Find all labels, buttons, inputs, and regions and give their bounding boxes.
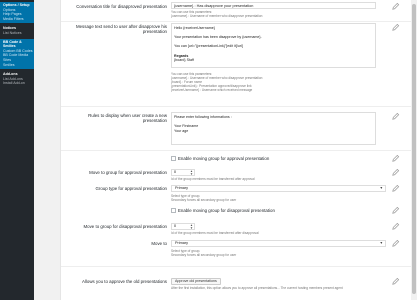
sidebar-item-bb-code-media-sites[interactable]: BB Code Media Sites: [0, 53, 34, 62]
number-value: 0: [174, 170, 176, 174]
rules-label: Rules to display when user create a new …: [88, 113, 167, 124]
sidebar-item-media-filters[interactable]: Media Filters: [0, 17, 34, 22]
sidebar-item-list-notices[interactable]: List Notices: [0, 31, 34, 36]
enable-moving-approve-label: Enable moving group for approval present…: [178, 155, 270, 161]
edit-pencil-icon[interactable]: [391, 2, 400, 11]
group-type-approve-help: Select type of group. Secondary forces a…: [171, 194, 237, 202]
move-to-approve-input[interactable]: 0 ▲ ▼: [171, 169, 195, 176]
move-to-disapprove-label: Move to group for disapproval presentati…: [83, 224, 167, 229]
msg-text-textarea[interactable]: Hello {receiverUsername} Your presentati…: [171, 23, 376, 68]
select-value: Primary: [175, 186, 189, 190]
move-to-disapprove-input[interactable]: 0 ▲ ▼: [171, 223, 195, 230]
number-value: 0: [174, 224, 176, 228]
enable-moving-approve-checkbox[interactable]: [171, 156, 176, 161]
divider: [61, 150, 416, 151]
enable-moving-disapprove-label: Enable moving group for disapproval pres…: [178, 207, 275, 213]
move-to-approve-label: Move to group for approval presentation: [89, 170, 167, 175]
approve-old-label: Allows you to approve the old presentati…: [82, 279, 167, 284]
scrollbar-thumb[interactable]: [412, 4, 416, 294]
edit-pencil-icon[interactable]: [391, 154, 400, 163]
edit-pencil-icon[interactable]: [391, 23, 400, 32]
group-type-approve-select[interactable]: Primary ▼: [171, 185, 386, 192]
conv-title-help-param: {username} : Username of member who disa…: [171, 14, 263, 18]
edit-pencil-icon[interactable]: [391, 184, 400, 193]
textarea-line: {board} Staff: [174, 58, 194, 63]
edit-pencil-icon[interactable]: [391, 222, 400, 231]
msg-text-label: Message text send to user after disappro…: [75, 24, 167, 35]
options-panel: Conversation title for disapproved prese…: [60, 0, 416, 300]
group-type-disapprove-select[interactable]: Primary ▼: [171, 240, 386, 247]
edit-pencil-icon[interactable]: [391, 277, 400, 286]
sidebar-item-smilies[interactable]: Smilies: [0, 63, 34, 68]
textarea-line: Your age: [174, 128, 189, 133]
sidebar-item-install-add-on[interactable]: Install Add-on: [0, 81, 34, 86]
sidebar-group-notices: Notices List Notices: [0, 26, 34, 35]
group-type-approve-label: Group type for approval presentation: [95, 186, 167, 191]
msg-text-help: You can use this parameters: {username} …: [171, 72, 263, 92]
conv-title-input[interactable]: {username} : Has disapprove your present…: [171, 2, 376, 9]
edit-pencil-icon[interactable]: [391, 206, 400, 215]
conv-title-label: Conversation title for disapproved prese…: [76, 4, 167, 9]
move-to-approve-help: Id of the group members must be transfer…: [171, 177, 255, 181]
enable-moving-disapprove-checkbox[interactable]: [171, 208, 176, 213]
scrollbar[interactable]: [411, 0, 417, 300]
approve-old-button[interactable]: Approve old presentations: [171, 278, 221, 285]
group-type-disapprove-help: Select type of group. Secondary forces a…: [171, 249, 237, 257]
move-to-disapprove-help: Id of the group members must be transfer…: [171, 231, 259, 235]
divider: [61, 21, 416, 22]
admin-sidebar: Options / Setup Options Help Pages Media…: [0, 0, 34, 300]
sidebar-group-title[interactable]: Options / Setup: [0, 3, 34, 8]
chevron-down-icon: ▼: [379, 186, 383, 190]
rules-textarea[interactable]: Please enter following informations : Yo…: [171, 112, 376, 145]
select-value: Primary: [175, 241, 189, 245]
group-type-disapprove-label: Move to: [151, 241, 167, 246]
divider: [61, 106, 416, 107]
spinner-arrows-icon[interactable]: ▲ ▼: [190, 224, 193, 230]
sidebar-group-options: Options / Setup Options Help Pages Media…: [0, 2, 34, 24]
edit-pencil-icon[interactable]: [391, 239, 400, 248]
spinner-arrows-icon[interactable]: ▲ ▼: [190, 170, 193, 176]
approve-old-help: After the first installation, this optio…: [171, 286, 343, 290]
edit-pencil-icon[interactable]: [391, 168, 400, 177]
sidebar-group-title[interactable]: BB Code & Smilies: [0, 40, 34, 49]
sidebar-group-addons: Add-ons List Add-ons Install Add-on: [0, 72, 34, 86]
edit-pencil-icon[interactable]: [391, 112, 400, 121]
divider: [61, 266, 416, 267]
chevron-down-icon: ▼: [379, 241, 383, 245]
sidebar-group-bbcode: BB Code & Smilies Custom BB Codes BB Cod…: [0, 38, 34, 70]
